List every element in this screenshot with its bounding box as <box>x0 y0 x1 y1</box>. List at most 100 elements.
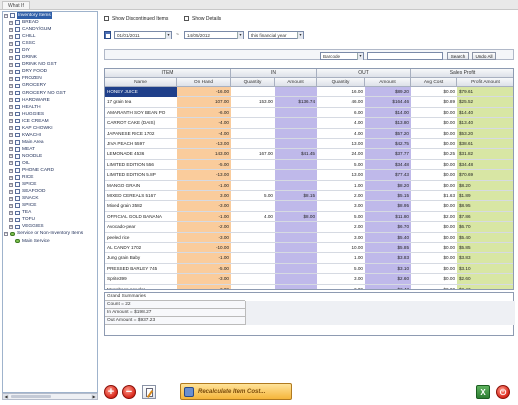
tree-node-category[interactable]: + KWACHI <box>3 132 97 139</box>
cell-out-amount[interactable]: $2.43 <box>365 285 411 289</box>
cell-on-hand[interactable]: -4.00 <box>177 118 231 128</box>
show-discontinued-option[interactable]: Show Discontinued Items <box>104 16 168 23</box>
cell-name[interactable]: Mixed grain 3582 <box>105 201 177 211</box>
tree-checkbox[interactable] <box>15 182 20 187</box>
cell-in-amount[interactable] <box>275 181 317 191</box>
cell-out-quantity[interactable]: 46.00 <box>317 97 365 107</box>
cell-profit-amount[interactable]: $38.61 <box>457 139 513 149</box>
cell-avg-cost[interactable]: $0.00 <box>411 87 457 97</box>
tree-checkbox[interactable] <box>15 210 20 215</box>
cell-out-quantity[interactable]: 2.00 <box>317 191 365 201</box>
expand-icon[interactable]: + <box>9 76 13 81</box>
cell-name[interactable]: HONEY JUICE <box>105 87 177 98</box>
chevron-down-icon[interactable]: ▼ <box>357 53 363 60</box>
tree-checkbox[interactable] <box>10 231 15 237</box>
exit-button[interactable]: ⏻ <box>496 385 510 399</box>
tree-node-category[interactable]: + SPICE <box>3 181 97 188</box>
cell-in-amount[interactable] <box>275 274 317 284</box>
table-row[interactable]: LIMITED EDITION 556 -5.00 5.00 $34.48 $0.00 $… <box>105 160 513 171</box>
cell-avg-cost[interactable]: $0.00 <box>411 264 457 274</box>
table-row[interactable]: Sprite399 -3.00 3.00 $2.60 $0.00 $2.60 <box>105 274 513 285</box>
cell-out-quantity[interactable]: 16.00 <box>317 87 365 97</box>
recalculate-item-cost-button[interactable]: Recalculate Item Cost... <box>180 383 292 400</box>
expand-icon[interactable]: + <box>9 119 13 124</box>
cell-in-amount[interactable]: $41.45 <box>275 149 317 159</box>
remove-button[interactable]: − <box>122 385 136 399</box>
cell-out-amount[interactable]: $8.20 <box>365 181 411 191</box>
column-header-out-quantity[interactable]: Quantity <box>317 78 365 87</box>
cell-profit-amount[interactable]: $34.48 <box>457 160 513 170</box>
cell-in-amount[interactable] <box>275 201 317 211</box>
table-row[interactable]: Mungbean powder -2.00 2.00 $2.43 $0.00 $2.43 <box>105 285 513 289</box>
cell-name[interactable]: LIMITED EDITION 5.8P <box>105 170 177 180</box>
cell-in-amount[interactable] <box>275 108 317 118</box>
expand-icon[interactable]: + <box>9 91 13 96</box>
table-row[interactable]: HONEY JUICE -16.00 16.00 $89.20 $0.00 $79.61 <box>105 87 513 98</box>
tree-node-category[interactable]: + GROCERY <box>3 82 97 89</box>
cell-avg-cost[interactable]: $0.00 <box>411 201 457 211</box>
period-select[interactable]: this financial year ▼ <box>248 31 304 39</box>
cell-in-quantity[interactable] <box>231 201 275 211</box>
tree-checkbox[interactable] <box>15 48 20 53</box>
table-row[interactable]: AL CANDY 1702 -10.00 10.00 $5.85 $0.00 $5.85 <box>105 243 513 254</box>
column-header-in-amount[interactable]: Amount <box>275 78 317 87</box>
category-tree[interactable]: − Inventory Items + BREAD + CANDY/GUM + CHILL + C… <box>2 11 98 393</box>
date-from-field[interactable]: 01/01/2011 ▼ <box>114 31 172 39</box>
cell-on-hand[interactable]: -3.00 <box>177 201 231 211</box>
cell-on-hand[interactable]: -1.00 <box>177 253 231 263</box>
cell-name[interactable]: AMARANTH SOY BEAN PO <box>105 108 177 118</box>
tree-node-category[interactable]: + HARDWARE <box>3 97 97 104</box>
cell-name[interactable]: AL CANDY 1702 <box>105 243 177 253</box>
cell-on-hand[interactable]: -2.00 <box>177 285 231 289</box>
tree-checkbox[interactable] <box>15 76 20 82</box>
cell-avg-cost[interactable]: $0.00 <box>411 129 457 139</box>
tree-node-category[interactable]: + OIL <box>3 160 97 167</box>
cell-in-quantity[interactable] <box>231 253 275 263</box>
window-tab[interactable]: What If <box>2 1 30 9</box>
tree-checkbox[interactable] <box>15 27 20 32</box>
cell-out-quantity[interactable]: 24.00 <box>317 149 365 159</box>
cell-in-quantity[interactable] <box>231 285 275 289</box>
cell-name[interactable]: peeled rice <box>105 233 177 243</box>
cell-on-hand[interactable]: -13.00 <box>177 139 231 149</box>
table-row[interactable]: JIVA PEACH 5597 -13.00 13.00 $42.75 $0.00 $38… <box>105 139 513 150</box>
cell-out-quantity[interactable]: 3.00 <box>317 233 365 243</box>
expand-icon[interactable]: + <box>9 175 13 180</box>
cell-profit-amount[interactable]: $2.60 <box>457 274 513 284</box>
cell-in-amount[interactable]: $136.74 <box>275 97 317 107</box>
tree-checkbox[interactable] <box>15 203 20 208</box>
show-details-option[interactable]: Show Details <box>184 16 221 23</box>
cell-out-amount[interactable]: $3.10 <box>365 264 411 274</box>
cell-profit-amount[interactable]: $1.89 <box>457 191 513 201</box>
cell-out-quantity[interactable]: 5.00 <box>317 212 365 222</box>
scroll-right-icon[interactable]: ▶ <box>91 394 97 399</box>
cell-out-amount[interactable]: $57.20 <box>365 129 411 139</box>
cell-in-quantity[interactable] <box>231 243 275 253</box>
cell-avg-cost[interactable]: $0.00 <box>411 160 457 170</box>
cell-in-quantity[interactable]: 153.00 <box>231 97 275 107</box>
find-field-select[interactable]: Barcode ▼ <box>320 52 364 60</box>
tree-node-main-service[interactable]: Main Service <box>3 238 97 245</box>
tree-checkbox[interactable] <box>15 34 20 39</box>
cell-out-amount[interactable]: $11.80 <box>365 212 411 222</box>
tree-checkbox[interactable] <box>15 20 20 25</box>
table-row[interactable]: JAPANESE RICE 1702 -4.00 4.00 $57.20 $0.00 $5… <box>105 129 513 139</box>
scroll-thumb[interactable] <box>11 395 51 398</box>
cell-out-amount[interactable]: $6.70 <box>365 222 411 232</box>
expand-icon[interactable]: + <box>9 203 13 208</box>
tree-node-category[interactable]: + DRINK NO GST <box>3 61 97 68</box>
tree-checkbox[interactable] <box>10 13 15 18</box>
cell-out-amount[interactable]: $3.83 <box>365 253 411 263</box>
expand-icon[interactable]: + <box>9 34 13 39</box>
cell-out-amount[interactable]: $34.48 <box>365 160 411 170</box>
tree-node-category[interactable]: + MEAT <box>3 146 97 153</box>
calendar-icon[interactable] <box>104 31 111 39</box>
expand-icon[interactable]: + <box>9 161 13 166</box>
cell-out-quantity[interactable]: 2.00 <box>317 285 365 289</box>
cell-avg-cost[interactable]: $0.00 <box>411 274 457 284</box>
cell-out-quantity[interactable]: 5.00 <box>317 264 365 274</box>
tree-node-category[interactable]: + CSSC <box>3 40 97 47</box>
cell-on-hand[interactable]: -3.00 <box>177 274 231 284</box>
tree-checkbox[interactable] <box>15 118 20 124</box>
cell-out-amount[interactable]: $42.75 <box>365 139 411 149</box>
